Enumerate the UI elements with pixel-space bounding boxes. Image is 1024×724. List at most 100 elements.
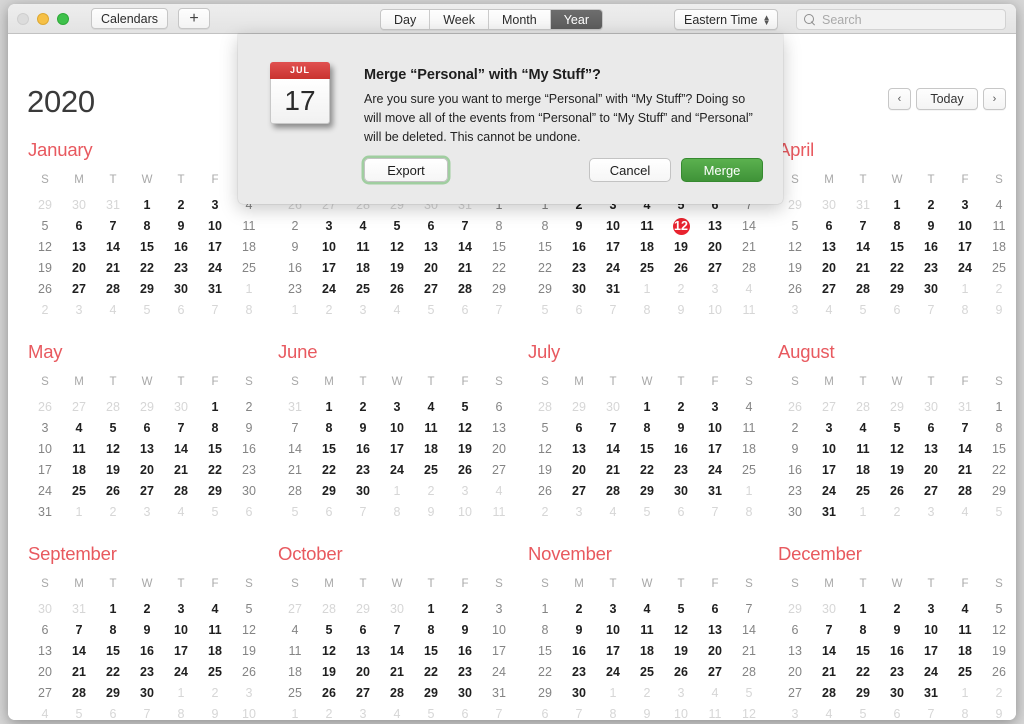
date-cell[interactable]: 13 [62, 240, 96, 255]
date-cell[interactable]: 29 [880, 400, 914, 415]
date-cell[interactable]: 7 [482, 303, 516, 318]
date-cell[interactable]: 27 [62, 282, 96, 297]
date-cell[interactable]: 1 [846, 602, 880, 617]
date-cell[interactable]: 5 [664, 602, 698, 617]
date-cell[interactable]: 4 [62, 421, 96, 436]
date-cell[interactable]: 25 [846, 484, 880, 499]
date-cell[interactable]: 6 [562, 421, 596, 436]
date-cell[interactable]: 1 [732, 484, 766, 499]
date-cell[interactable]: 8 [596, 707, 630, 720]
date-cell[interactable]: 5 [414, 707, 448, 720]
date-cell[interactable]: 20 [914, 463, 948, 478]
date-cell[interactable]: 9 [778, 442, 812, 457]
date-cell[interactable]: 2 [664, 400, 698, 415]
tab-day[interactable]: Day [381, 10, 431, 29]
date-cell[interactable]: 28 [62, 686, 96, 701]
date-cell[interactable]: 1 [846, 505, 880, 520]
date-cell[interactable]: 8 [880, 219, 914, 234]
date-cell[interactable]: 29 [198, 484, 232, 499]
date-cell[interactable]: 15 [880, 240, 914, 255]
date-cell[interactable]: 28 [278, 484, 312, 499]
date-cell[interactable]: 27 [812, 282, 846, 297]
date-cell[interactable]: 30 [164, 282, 198, 297]
date-cell[interactable]: 1 [948, 282, 982, 297]
date-cell[interactable]: 17 [948, 240, 982, 255]
date-cell[interactable]: 20 [482, 442, 516, 457]
date-cell[interactable]: 28 [732, 261, 766, 276]
date-cell[interactable]: 23 [130, 665, 164, 680]
date-cell[interactable]: 3 [698, 400, 732, 415]
date-cell[interactable]: 27 [698, 665, 732, 680]
date-cell[interactable]: 2 [164, 198, 198, 213]
date-cell[interactable]: 28 [380, 686, 414, 701]
date-cell[interactable]: 26 [778, 282, 812, 297]
date-cell[interactable]: 9 [880, 623, 914, 638]
date-cell[interactable]: 8 [948, 707, 982, 720]
date-cell[interactable]: 3 [448, 484, 482, 499]
date-cell[interactable]: 9 [914, 219, 948, 234]
date-cell[interactable]: 17 [596, 644, 630, 659]
date-cell[interactable]: 30 [812, 602, 846, 617]
date-cell[interactable]: 31 [28, 505, 62, 520]
date-cell[interactable]: 11 [698, 707, 732, 720]
date-cell[interactable]: 12 [880, 442, 914, 457]
date-cell[interactable]: 3 [380, 400, 414, 415]
date-cell[interactable]: 6 [414, 219, 448, 234]
date-cell[interactable]: 14 [164, 442, 198, 457]
date-cell[interactable]: 13 [414, 240, 448, 255]
date-cell[interactable]: 25 [62, 484, 96, 499]
previous-year-button[interactable]: ‹ [888, 88, 911, 110]
date-cell[interactable]: 13 [698, 623, 732, 638]
date-cell[interactable]: 19 [312, 665, 346, 680]
date-cell[interactable]: 14 [812, 644, 846, 659]
date-cell[interactable]: 16 [164, 240, 198, 255]
date-cell[interactable]: 27 [346, 686, 380, 701]
date-cell[interactable]: 28 [596, 484, 630, 499]
date-cell[interactable]: 22 [846, 665, 880, 680]
date-cell[interactable]: 18 [198, 644, 232, 659]
date-cell[interactable]: 16 [232, 442, 266, 457]
date-cell[interactable]: 14 [448, 240, 482, 255]
date-cell[interactable]: 11 [846, 442, 880, 457]
date-cell[interactable]: 3 [914, 602, 948, 617]
date-cell[interactable]: 25 [982, 261, 1016, 276]
date-cell[interactable]: 13 [914, 442, 948, 457]
date-cell[interactable]: 10 [948, 219, 982, 234]
date-cell[interactable]: 13 [28, 644, 62, 659]
date-cell[interactable]: 23 [562, 665, 596, 680]
date-cell[interactable]: 29 [778, 198, 812, 213]
date-cell[interactable]: 4 [28, 707, 62, 720]
date-cell[interactable]: 17 [164, 644, 198, 659]
date-cell[interactable]: 25 [630, 261, 664, 276]
date-cell[interactable]: 5 [96, 421, 130, 436]
date-cell[interactable]: 7 [346, 505, 380, 520]
date-cell[interactable]: 24 [596, 261, 630, 276]
date-cell[interactable]: 30 [664, 484, 698, 499]
date-cell[interactable]: 31 [914, 686, 948, 701]
date-cell[interactable]: 11 [630, 623, 664, 638]
date-cell[interactable]: 1 [528, 602, 562, 617]
date-cell[interactable]: 16 [130, 644, 164, 659]
date-cell[interactable]: 2 [130, 602, 164, 617]
date-cell[interactable]: 4 [482, 484, 516, 499]
date-cell[interactable]: 7 [914, 707, 948, 720]
date-cell[interactable]: 2 [528, 505, 562, 520]
date-cell[interactable]: 15 [528, 240, 562, 255]
date-cell[interactable]: 6 [880, 303, 914, 318]
date-cell[interactable]: 20 [130, 463, 164, 478]
date-cell[interactable]: 29 [130, 400, 164, 415]
date-cell[interactable]: 20 [28, 665, 62, 680]
date-cell[interactable]: 14 [278, 442, 312, 457]
date-cell[interactable]: 13 [346, 644, 380, 659]
date-cell[interactable]: 9 [278, 240, 312, 255]
date-cell[interactable]: 24 [164, 665, 198, 680]
date-cell[interactable]: 25 [732, 463, 766, 478]
date-cell[interactable]: 7 [562, 707, 596, 720]
date-cell[interactable]: 9 [198, 707, 232, 720]
date-cell[interactable]: 4 [948, 505, 982, 520]
date-cell[interactable]: 6 [698, 602, 732, 617]
date-cell[interactable]: 5 [278, 505, 312, 520]
date-cell[interactable]: 5 [528, 303, 562, 318]
merge-button[interactable]: Merge [681, 158, 763, 182]
date-cell[interactable]: 1 [414, 602, 448, 617]
